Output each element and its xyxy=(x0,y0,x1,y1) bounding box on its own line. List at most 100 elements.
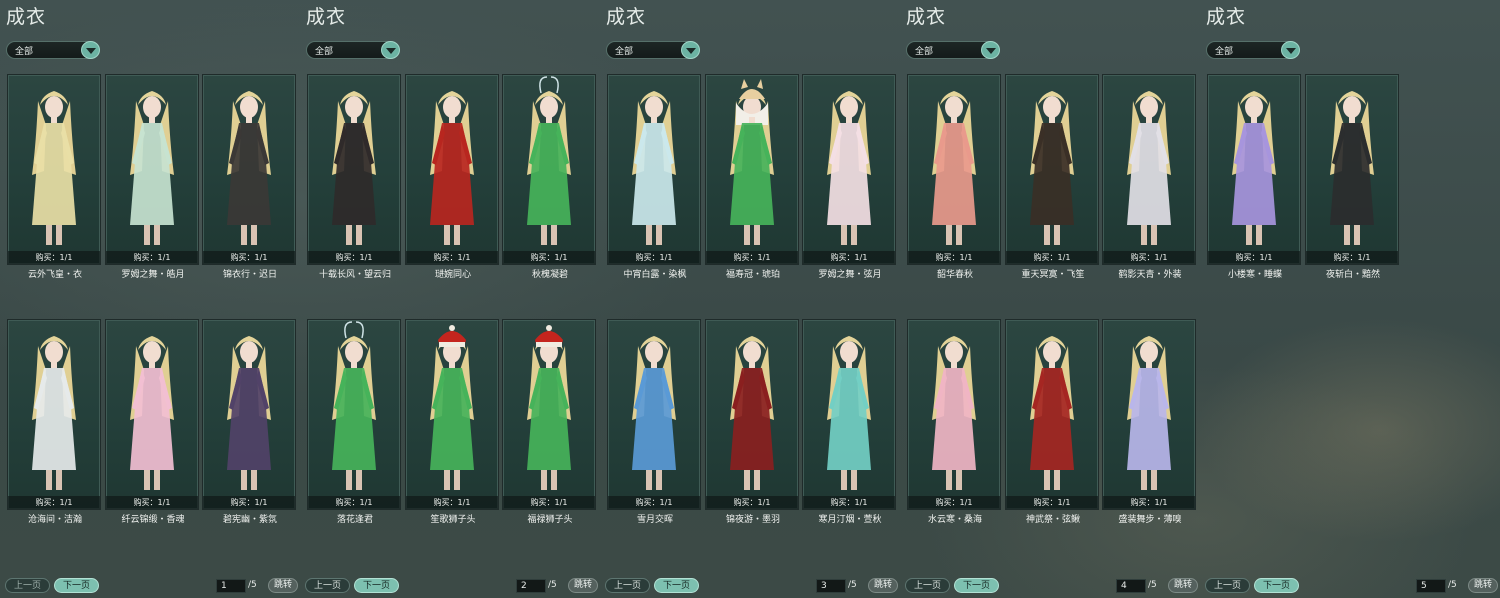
purchase-count: 购买：1/1 xyxy=(203,251,295,264)
outfit-card[interactable]: 购买：1/1 罗姆之舞・弦月 xyxy=(802,74,896,280)
outfit-name: 笙歌狮子头 xyxy=(430,515,476,525)
outfit-figure xyxy=(1103,75,1195,251)
prev-page-button[interactable]: 上一页 xyxy=(905,578,950,593)
outfit-name: 中宵白露・染枫 xyxy=(623,270,687,280)
outfit-card[interactable]: 购买：1/1 琎婉同心 xyxy=(405,74,499,280)
page-number-input[interactable]: 2 xyxy=(516,579,546,593)
outfit-name: 沧海间・洁瀚 xyxy=(27,515,82,525)
outfit-name: 鹤影天青・外装 xyxy=(1118,270,1182,280)
card-frame: 购买：1/1 xyxy=(203,320,295,509)
chevron-down-icon[interactable] xyxy=(1281,41,1300,59)
outfit-figure xyxy=(308,75,400,251)
outfit-card[interactable]: 购买：1/1 韶华春秋 xyxy=(907,74,1001,280)
outfit-card[interactable]: 购买：1/1 锦夜游・墨羽 xyxy=(705,319,799,525)
outfit-card[interactable]: 购买：1/1 落花逢君 xyxy=(307,319,401,525)
prev-page-button[interactable]: 上一页 xyxy=(1205,578,1250,593)
outfit-card[interactable]: 购买：1/1 罗姆之舞・皓月 xyxy=(105,74,199,280)
jump-button[interactable]: 跳转 xyxy=(268,578,298,593)
outfit-card[interactable]: 购买：1/1 锦衣行・迟日 xyxy=(202,74,296,280)
outfit-name: 琎婉同心 xyxy=(434,270,471,280)
outfit-card[interactable]: 购买：1/1 重天冥寞・飞笙 xyxy=(1005,74,1099,280)
outfit-card[interactable]: 购买：1/1 福寿冠・琥珀 xyxy=(705,74,799,280)
outfit-figure xyxy=(1306,75,1398,251)
purchase-count: 购买：1/1 xyxy=(308,251,400,264)
purchase-count: 购买：1/1 xyxy=(803,496,895,509)
outfit-figure xyxy=(406,320,498,496)
page-number-input[interactable]: 1 xyxy=(216,579,246,593)
outfit-card[interactable]: 购买：1/1 秋槐凝碧 xyxy=(502,74,596,280)
outfit-card[interactable]: 购买：1/1 碧宪幽・紫氛 xyxy=(202,319,296,525)
outfit-card[interactable]: 购买：1/1 水云寒・桑海 xyxy=(907,319,1001,525)
outfit-figure xyxy=(8,75,100,251)
page-total: /5 xyxy=(848,580,857,590)
purchase-count: 购买：1/1 xyxy=(908,496,1000,509)
chevron-down-icon[interactable] xyxy=(81,41,100,59)
jump-button[interactable]: 跳转 xyxy=(1168,578,1198,593)
outfit-figure xyxy=(803,320,895,496)
filter-dropdown[interactable]: 全部 xyxy=(6,41,100,59)
outfit-card[interactable]: 购买：1/1 云外飞皇・衣 xyxy=(7,74,101,280)
filter-label: 全部 xyxy=(615,47,634,57)
chevron-down-icon[interactable] xyxy=(981,41,1000,59)
next-page-button[interactable]: 下一页 xyxy=(54,578,99,593)
outfit-card[interactable]: 购买：1/1 小楼寒・睡蝶 xyxy=(1207,74,1301,280)
next-page-button[interactable]: 下一页 xyxy=(954,578,999,593)
jump-button[interactable]: 跳转 xyxy=(1468,578,1498,593)
outfit-card[interactable]: 购买：1/1 沧海间・洁瀚 xyxy=(7,319,101,525)
card-frame: 购买：1/1 xyxy=(908,320,1000,509)
card-frame: 购买：1/1 xyxy=(608,75,700,264)
jump-button[interactable]: 跳转 xyxy=(568,578,598,593)
page-number-input[interactable]: 5 xyxy=(1416,579,1446,593)
chevron-down-icon[interactable] xyxy=(381,41,400,59)
filter-dropdown[interactable]: 全部 xyxy=(1206,41,1300,59)
prev-page-button[interactable]: 上一页 xyxy=(305,578,350,593)
outfit-card[interactable]: 购买：1/1 盛装舞步・薄嗅 xyxy=(1102,319,1196,525)
purchase-count: 购买：1/1 xyxy=(908,251,1000,264)
jump-button[interactable]: 跳转 xyxy=(868,578,898,593)
outfit-name: 韶华春秋 xyxy=(936,270,973,280)
prev-page-button[interactable]: 上一页 xyxy=(605,578,650,593)
page-total: /5 xyxy=(248,580,257,590)
purchase-count: 购买：1/1 xyxy=(8,496,100,509)
card-frame: 购买：1/1 xyxy=(308,75,400,264)
outfit-name: 锦衣行・迟日 xyxy=(222,270,277,280)
outfit-card[interactable]: 购买：1/1 十载长风・望云归 xyxy=(307,74,401,280)
next-page-button[interactable]: 下一页 xyxy=(354,578,399,593)
page-number-input[interactable]: 4 xyxy=(1116,579,1146,593)
outfit-card[interactable]: 购买：1/1 中宵白露・染枫 xyxy=(607,74,701,280)
outfit-card[interactable]: 购买：1/1 鹤影天青・外装 xyxy=(1102,74,1196,280)
filter-dropdown[interactable]: 全部 xyxy=(906,41,1000,59)
outfit-name: 盛装舞步・薄嗅 xyxy=(1118,515,1182,525)
next-page-button[interactable]: 下一页 xyxy=(654,578,699,593)
card-frame: 购买：1/1 xyxy=(1208,75,1300,264)
card-frame: 购买：1/1 xyxy=(308,320,400,509)
outfit-figure xyxy=(308,320,400,496)
page-total: /5 xyxy=(1148,580,1157,590)
outfit-name: 秋槐凝碧 xyxy=(531,270,568,280)
page-total: /5 xyxy=(1448,580,1457,590)
chevron-down-icon[interactable] xyxy=(681,41,700,59)
outfit-figure xyxy=(706,320,798,496)
next-page-button[interactable]: 下一页 xyxy=(1254,578,1299,593)
page-number-input[interactable]: 3 xyxy=(816,579,846,593)
filter-dropdown[interactable]: 全部 xyxy=(606,41,700,59)
outfit-name: 锦夜游・墨羽 xyxy=(725,515,780,525)
filter-label: 全部 xyxy=(915,47,934,57)
outfit-name: 碧宪幽・紫氛 xyxy=(222,515,277,525)
outfit-card[interactable]: 购买：1/1 寒月汀烟・萱秋 xyxy=(802,319,896,525)
outfit-card[interactable]: 购买：1/1 雪月交晖 xyxy=(607,319,701,525)
outfit-figure xyxy=(1006,75,1098,251)
outfit-figure xyxy=(803,75,895,251)
card-frame: 购买：1/1 xyxy=(406,75,498,264)
outfit-card[interactable]: 购买：1/1 笙歌狮子头 xyxy=(405,319,499,525)
page-total: /5 xyxy=(548,580,557,590)
prev-page-button[interactable]: 上一页 xyxy=(5,578,50,593)
outfit-card[interactable]: 购买：1/1 夜斩白・黯然 xyxy=(1305,74,1399,280)
filter-dropdown[interactable]: 全部 xyxy=(306,41,400,59)
outfit-figure xyxy=(1208,75,1300,251)
outfit-card[interactable]: 购买：1/1 纤云锦缎・香魂 xyxy=(105,319,199,525)
card-frame: 购买：1/1 xyxy=(706,75,798,264)
outfit-name: 福寿冠・琥珀 xyxy=(725,270,780,280)
outfit-card[interactable]: 购买：1/1 福禄狮子头 xyxy=(502,319,596,525)
outfit-card[interactable]: 购买：1/1 神武祭・弦鳅 xyxy=(1005,319,1099,525)
